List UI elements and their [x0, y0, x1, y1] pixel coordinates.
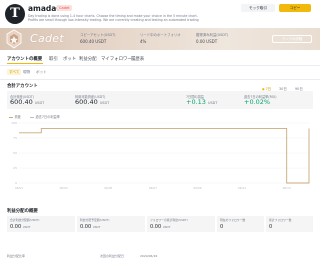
card-label: 現在のフォロワー数: [220, 218, 246, 222]
pnl-7d-value: +0.13 USDT: [186, 98, 217, 106]
summary-title: 利益分配の概要: [7, 209, 38, 214]
divider: [0, 79, 320, 80]
copy-asset-value: 600.40 USDT: [80, 39, 107, 44]
tab-history[interactable]: 履歴表: [131, 56, 144, 62]
unit: USDT: [22, 224, 31, 229]
earned-profit-value: 0.00 USDT: [196, 39, 218, 44]
card-value: 0: [220, 223, 224, 230]
unit: USDT: [34, 101, 45, 105]
total-assets-value: 600.40 USDT: [10, 98, 44, 106]
active-tab-indicator: [7, 63, 43, 64]
next-share-date-value: 2024/06/16: [140, 254, 158, 258]
rank-badge: Cadet: [57, 5, 72, 11]
copy-button[interactable]: コピー: [279, 4, 311, 12]
y-tick-label: 25: [13, 166, 17, 170]
card-label: 合計利益分配額(USDT): [10, 218, 40, 222]
x-tick-label: 06/05: [104, 186, 112, 190]
card-number: 0.00: [80, 223, 92, 230]
portfolio-value: 4%: [140, 39, 147, 44]
pnl-7d-number: +0.13: [186, 98, 206, 106]
card-number: 0.00: [10, 223, 22, 230]
summary-card: フォロワーの累計利益(USDT) 0.00 USDT: [147, 216, 215, 232]
main-content: アカウントの概要 取引 ボット 利益分配 マイフォロワー 履歴表 すべて 現物 …: [0, 50, 320, 262]
tab-profit-share[interactable]: 利益分配: [79, 56, 97, 62]
series-line-assets: [19, 128, 310, 184]
profit-share-ratio-label: 利益分配比率: [7, 254, 26, 258]
subtab-all[interactable]: すべて: [7, 69, 22, 75]
y-tick-label: 0: [15, 181, 17, 185]
card-value: 0: [269, 223, 273, 230]
y-tick-label: 75: [13, 136, 17, 140]
card-number: 0.00: [150, 223, 162, 230]
card-value: 0.00 USDT: [80, 224, 100, 230]
y-tick-label: 50: [13, 151, 17, 155]
total-assets-number: 600.40: [10, 98, 33, 106]
tab-overview[interactable]: アカウントの概要: [7, 56, 42, 62]
profile-header: T amada08 Cadet Day trading is done usin…: [0, 0, 320, 28]
mock-trade-button[interactable]: モック取引: [241, 4, 275, 12]
avatar[interactable]: T: [5, 4, 25, 24]
cadet-rank-icon: [6, 29, 22, 49]
card-label: 累計フォロワー数: [269, 218, 292, 222]
tab-my-followers[interactable]: マイフォロワー: [101, 56, 132, 62]
card-label: 利益分配予定額(USDT): [80, 218, 110, 222]
account-stats: 合計資産(USDT) 600.40 USDT 利用可能資産(USDT) 600.…: [7, 91, 313, 109]
roi-7d-value: +0.02%: [244, 98, 271, 106]
summary-card: 合計利益分配額(USDT) 0.00 USDT: [7, 216, 75, 232]
available-assets-value: 600.40 USDT: [75, 98, 109, 106]
rank-details-button[interactable]: ランクの詳細: [272, 35, 312, 43]
unit: USDT: [208, 101, 218, 105]
tab-trades[interactable]: 取引: [49, 56, 58, 62]
copy-asset-label: コピーアセット(USDT): [80, 33, 116, 37]
rank-title: Cadet: [30, 32, 64, 45]
rank-banner: Cadet コピーアセット(USDT) 600.40 USDT リード中のポート…: [0, 28, 320, 50]
next-share-date-label: 次回の利益分配日: [100, 254, 125, 258]
x-tick-label: 06/11: [238, 186, 246, 190]
asset-line-chart: 100 75 50 25 006/01 06/03 06/05 06/07 06/09 06/11…: [11, 121, 310, 190]
tab-bots[interactable]: ボット: [63, 56, 76, 62]
unit: USDT: [92, 224, 101, 229]
overview-title: 合計アカウント: [7, 84, 38, 89]
unit: USDT: [162, 224, 171, 229]
x-tick-label: 06/01: [15, 186, 23, 190]
summary-card: 現在のフォロワー数 0: [217, 216, 264, 232]
card-label: フォロワーの累計利益(USDT): [150, 218, 188, 222]
summary-card: 利益分配予定額(USDT) 0.00 USDT: [77, 216, 145, 232]
avatar-letter: T: [10, 6, 20, 21]
subtab-bot[interactable]: ボット: [34, 69, 49, 75]
x-tick-label: 06/09: [193, 186, 201, 190]
y-tick-label: 100: [11, 121, 17, 125]
available-assets-number: 600.40: [75, 98, 98, 106]
unit: USDT: [99, 101, 110, 105]
subtab-spot[interactable]: 現物: [21, 69, 32, 75]
x-tick-label: 06/03: [60, 186, 68, 190]
card-value: 0.00 USDT: [10, 224, 30, 230]
summary-card: 累計フォロワー数 0: [266, 216, 313, 232]
card-value: 0.00 USDT: [150, 224, 170, 230]
divider: [0, 65, 320, 66]
x-tick-label: 06/13: [283, 186, 291, 190]
profile-bio: Day trading is done using 1-4 hour chart…: [28, 14, 199, 23]
earned-profit-label: 獲得済み利益(USDT): [196, 33, 229, 37]
portfolio-label: リード中のポートフォリオ: [140, 33, 181, 37]
x-tick-label: 06/07: [149, 186, 157, 190]
